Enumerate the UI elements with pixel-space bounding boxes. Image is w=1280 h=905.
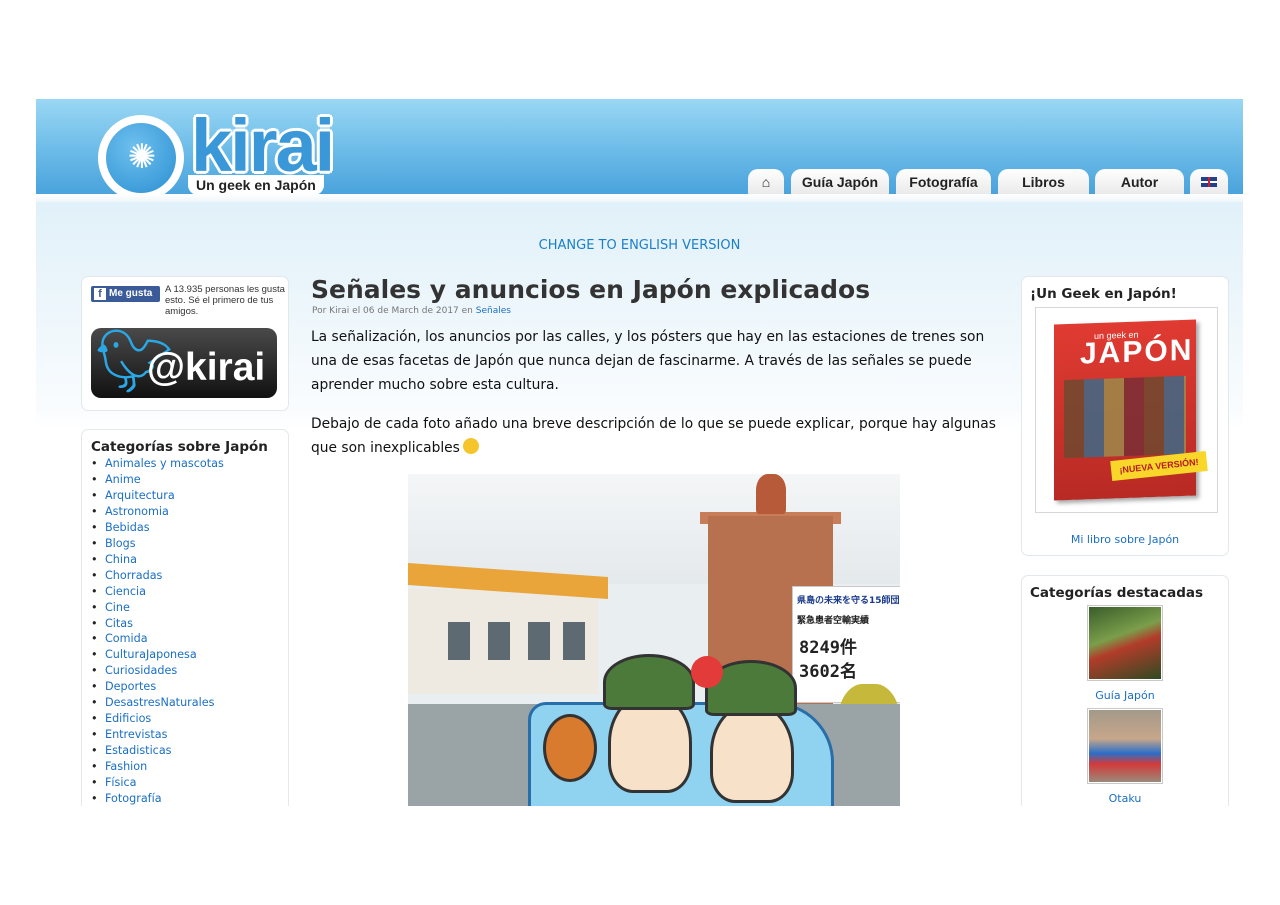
photo-sign-number: 3602名 xyxy=(799,662,857,682)
logo-wordmark[interactable]: kirai xyxy=(191,107,335,185)
category-link[interactable]: Fotografía xyxy=(91,791,224,806)
featured-image xyxy=(1089,710,1161,782)
logo-tagline: Un geek en Japón xyxy=(188,175,324,195)
photo-window xyxy=(528,622,550,660)
tab-home[interactable]: ⌂ xyxy=(748,169,784,194)
twitter-handle: @kirai xyxy=(147,346,266,389)
category-link[interactable]: CulturaJaponesa xyxy=(91,647,224,663)
featured-thumb-guia[interactable] xyxy=(1087,605,1163,681)
photo-window xyxy=(563,622,585,660)
category-link[interactable]: Anime xyxy=(91,472,224,488)
category-link[interactable]: Física xyxy=(91,775,224,791)
article-photo[interactable]: 県島の未来を守る15師団 緊急患者空輸実績 8249件 3602名 xyxy=(408,474,900,806)
photo-lion-mascot xyxy=(543,714,597,782)
category-link[interactable]: Bebidas xyxy=(91,520,224,536)
facebook-like-button[interactable]: f Me gusta xyxy=(91,286,160,302)
article-paragraph: Debajo de cada foto añado una breve desc… xyxy=(311,412,1001,460)
photo-sign-header: 県島の未来を守る15師団 xyxy=(797,596,900,606)
photo-window xyxy=(488,622,510,660)
photo-sign-line: 緊急患者空輸実績 xyxy=(797,616,870,626)
category-link[interactable]: Arquitectura xyxy=(91,488,224,504)
photo-hibiscus xyxy=(691,656,723,688)
article-category-link[interactable]: Señales xyxy=(476,306,511,316)
featured-thumb-otaku[interactable] xyxy=(1087,708,1163,784)
uk-flag-icon xyxy=(1201,177,1217,187)
social-widget: f Me gusta A 13.935 personas les gusta es… xyxy=(81,276,289,411)
bug-icon: ✺ xyxy=(127,137,157,177)
featured-label-otaku[interactable]: Otaku xyxy=(1022,792,1228,805)
categories-list: Animales y mascotasAnimeArquitecturaAstr… xyxy=(91,456,224,806)
book-cover-image[interactable]: un geek en JAPÓN ¡NUEVA VERSIÓN! xyxy=(1035,307,1218,513)
header-divider xyxy=(36,194,1243,202)
category-link[interactable]: Chorradas xyxy=(91,568,224,584)
category-link[interactable]: DesastresNaturales xyxy=(91,695,224,711)
category-link[interactable]: Cine xyxy=(91,600,224,616)
category-link[interactable]: Blogs xyxy=(91,536,224,552)
facebook-icon: f xyxy=(94,288,106,300)
tab-autor[interactable]: Autor xyxy=(1095,169,1184,194)
tab-libros[interactable]: Libros xyxy=(998,169,1089,194)
category-link[interactable]: Entrevistas xyxy=(91,727,224,743)
kirai-site: ✺ kirai Un geek en Japón ⌂ Guía Japón Fo… xyxy=(36,99,1243,806)
category-link[interactable]: Curiosidades xyxy=(91,663,224,679)
change-language-link[interactable]: CHANGE TO ENGLISH VERSION xyxy=(36,238,1243,253)
twitter-follow-button[interactable]: 🐦︎ @kirai xyxy=(91,328,277,398)
featured-categories-widget: Categorías destacadas Guía Japón Otaku xyxy=(1021,575,1229,806)
photo-soldier-helmet xyxy=(603,654,695,710)
book-cover-photos xyxy=(1064,375,1186,459)
book-link[interactable]: Mi libro sobre Japón xyxy=(1022,533,1228,546)
categories-title: Categorías sobre Japón xyxy=(91,439,268,455)
smiley-icon xyxy=(462,438,479,454)
category-link[interactable]: Citas xyxy=(91,616,224,632)
book-widget-title: ¡Un Geek en Japón! xyxy=(1030,286,1177,302)
category-link[interactable]: Ciencia xyxy=(91,584,224,600)
category-link[interactable]: Animales y mascotas xyxy=(91,456,224,472)
tab-guia-japon[interactable]: Guía Japón xyxy=(791,169,889,194)
category-link[interactable]: Comida xyxy=(91,631,224,647)
tab-fotografia[interactable]: Fotografía xyxy=(896,169,991,194)
book-cover-title: JAPÓN xyxy=(1080,333,1194,371)
featured-title: Categorías destacadas xyxy=(1030,585,1204,601)
featured-label-guia[interactable]: Guía Japón xyxy=(1022,689,1228,702)
category-link[interactable]: Fashion xyxy=(91,759,224,775)
photo-window xyxy=(448,622,470,660)
featured-image xyxy=(1089,607,1161,679)
like-label: Me gusta xyxy=(109,288,153,299)
category-link[interactable]: Edificios xyxy=(91,711,224,727)
article-meta: Por Kirai el 06 de March de 2017 en Seña… xyxy=(312,306,511,316)
article-byline: Por Kirai el 06 de March de 2017 en xyxy=(312,306,476,316)
tab-english[interactable] xyxy=(1190,169,1228,194)
category-link[interactable]: Estadisticas xyxy=(91,743,224,759)
category-link[interactable]: Deportes xyxy=(91,679,224,695)
photo-sign-number: 8249件 xyxy=(799,638,857,658)
photo-shisa-statue xyxy=(756,474,786,514)
home-icon: ⌂ xyxy=(761,174,771,190)
facebook-like-count: A 13.935 personas les gusta esto. Sé el … xyxy=(165,284,285,317)
category-link[interactable]: China xyxy=(91,552,224,568)
photo-soldier-mascot xyxy=(710,702,794,803)
category-link[interactable]: Astronomia xyxy=(91,504,224,520)
article-title[interactable]: Señales y anuncios en Japón explicados xyxy=(311,275,870,305)
book-widget: ¡Un Geek en Japón! un geek en JAPÓN ¡NUE… xyxy=(1021,276,1229,556)
site-header: ✺ kirai Un geek en Japón ⌂ Guía Japón Fo… xyxy=(36,99,1243,201)
article-paragraph-text: Debajo de cada foto añado una breve desc… xyxy=(311,416,996,456)
categories-widget: Categorías sobre Japón Animales y mascot… xyxy=(81,429,289,806)
article-paragraph: La señalización, los anuncios por las ca… xyxy=(311,329,985,393)
